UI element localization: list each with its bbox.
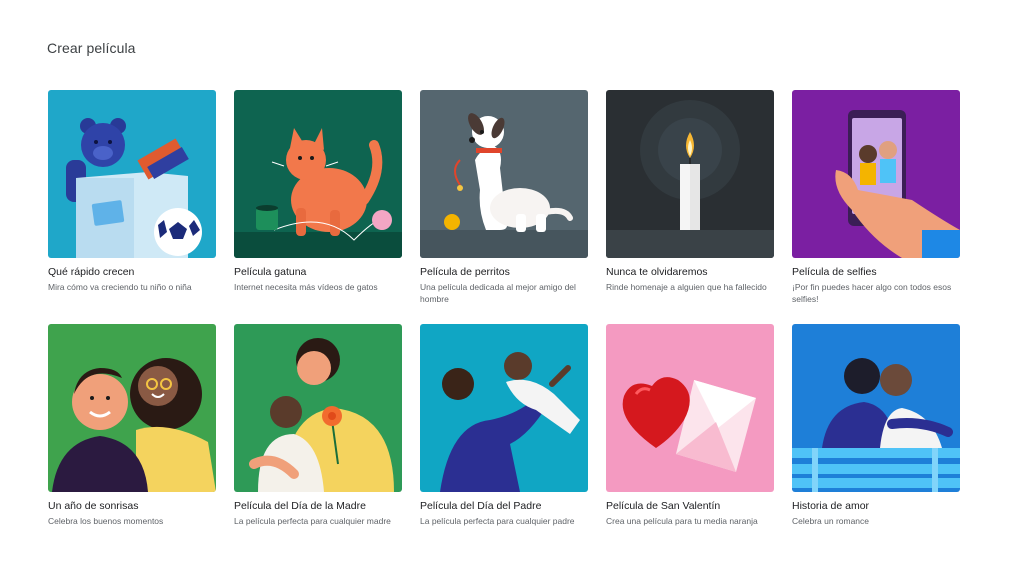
cat-illustration bbox=[234, 90, 402, 258]
card-description: Celebra los buenos momentos bbox=[48, 516, 164, 526]
smiles-illustration bbox=[48, 324, 216, 492]
card-title: Qué rápido crecen bbox=[48, 266, 135, 278]
template-card-dogs[interactable]: Película de perritos Una película dedica… bbox=[420, 90, 588, 324]
page-title: Crear película bbox=[47, 40, 136, 56]
card-title: Un año de sonrisas bbox=[48, 500, 139, 512]
template-card-fathers-day[interactable]: Película del Día del Padre La película p… bbox=[420, 324, 588, 558]
card-title: Película de selfies bbox=[792, 266, 877, 278]
fathers-day-illustration bbox=[420, 324, 588, 492]
template-card-love-story[interactable]: Historia de amor Celebra un romance bbox=[792, 324, 960, 558]
template-card-selfies[interactable]: Película de selfies ¡Por fin puedes hace… bbox=[792, 90, 960, 324]
selfie-illustration bbox=[792, 90, 960, 258]
valentine-illustration bbox=[606, 324, 774, 492]
dog-illustration bbox=[420, 90, 588, 258]
template-card-valentines[interactable]: Película de San Valentín Crea una pelícu… bbox=[606, 324, 774, 558]
card-description: Internet necesita más vídeos de gatos bbox=[234, 282, 378, 292]
card-description: Celebra un romance bbox=[792, 516, 870, 526]
template-card-memorial[interactable]: Nunca te olvidaremos Rinde homenaje a al… bbox=[606, 90, 774, 324]
card-title: Película de perritos bbox=[420, 266, 510, 278]
card-description: Rinde homenaje a alguien que ha fallecid… bbox=[606, 282, 767, 292]
template-card-mothers-day[interactable]: Película del Día de la Madre La película… bbox=[234, 324, 402, 558]
card-title: Nunca te olvidaremos bbox=[606, 266, 708, 278]
love-story-illustration bbox=[792, 324, 960, 492]
card-title: Película del Día de la Madre bbox=[234, 500, 366, 512]
card-description: Crea una película para tu media naranja bbox=[606, 516, 758, 526]
card-title: Historia de amor bbox=[792, 500, 870, 512]
card-title: Película del Día del Padre bbox=[420, 500, 542, 512]
mothers-day-illustration bbox=[234, 324, 402, 492]
card-description: La película perfecta para cualquier padr… bbox=[420, 516, 575, 526]
kids-illustration bbox=[48, 90, 216, 258]
template-card-smiles[interactable]: Un año de sonrisas Celebra los buenos mo… bbox=[48, 324, 216, 558]
card-description: Una película dedicada al mejor amigo del… bbox=[420, 282, 576, 304]
card-description: Mira cómo va creciendo tu niño o niña bbox=[48, 282, 192, 292]
card-title: Película gatuna bbox=[234, 266, 307, 278]
card-description: La película perfecta para cualquier madr… bbox=[234, 516, 391, 526]
card-title: Película de San Valentín bbox=[606, 500, 721, 512]
template-card-cats[interactable]: Película gatuna Internet necesita más ví… bbox=[234, 90, 402, 324]
movie-template-grid: Qué rápido crecen Mira cómo va creciendo… bbox=[48, 90, 960, 558]
candle-illustration bbox=[606, 90, 774, 258]
card-description: ¡Por fin puedes hacer algo con todos eso… bbox=[792, 282, 952, 304]
template-card-kids[interactable]: Qué rápido crecen Mira cómo va creciendo… bbox=[48, 90, 216, 324]
